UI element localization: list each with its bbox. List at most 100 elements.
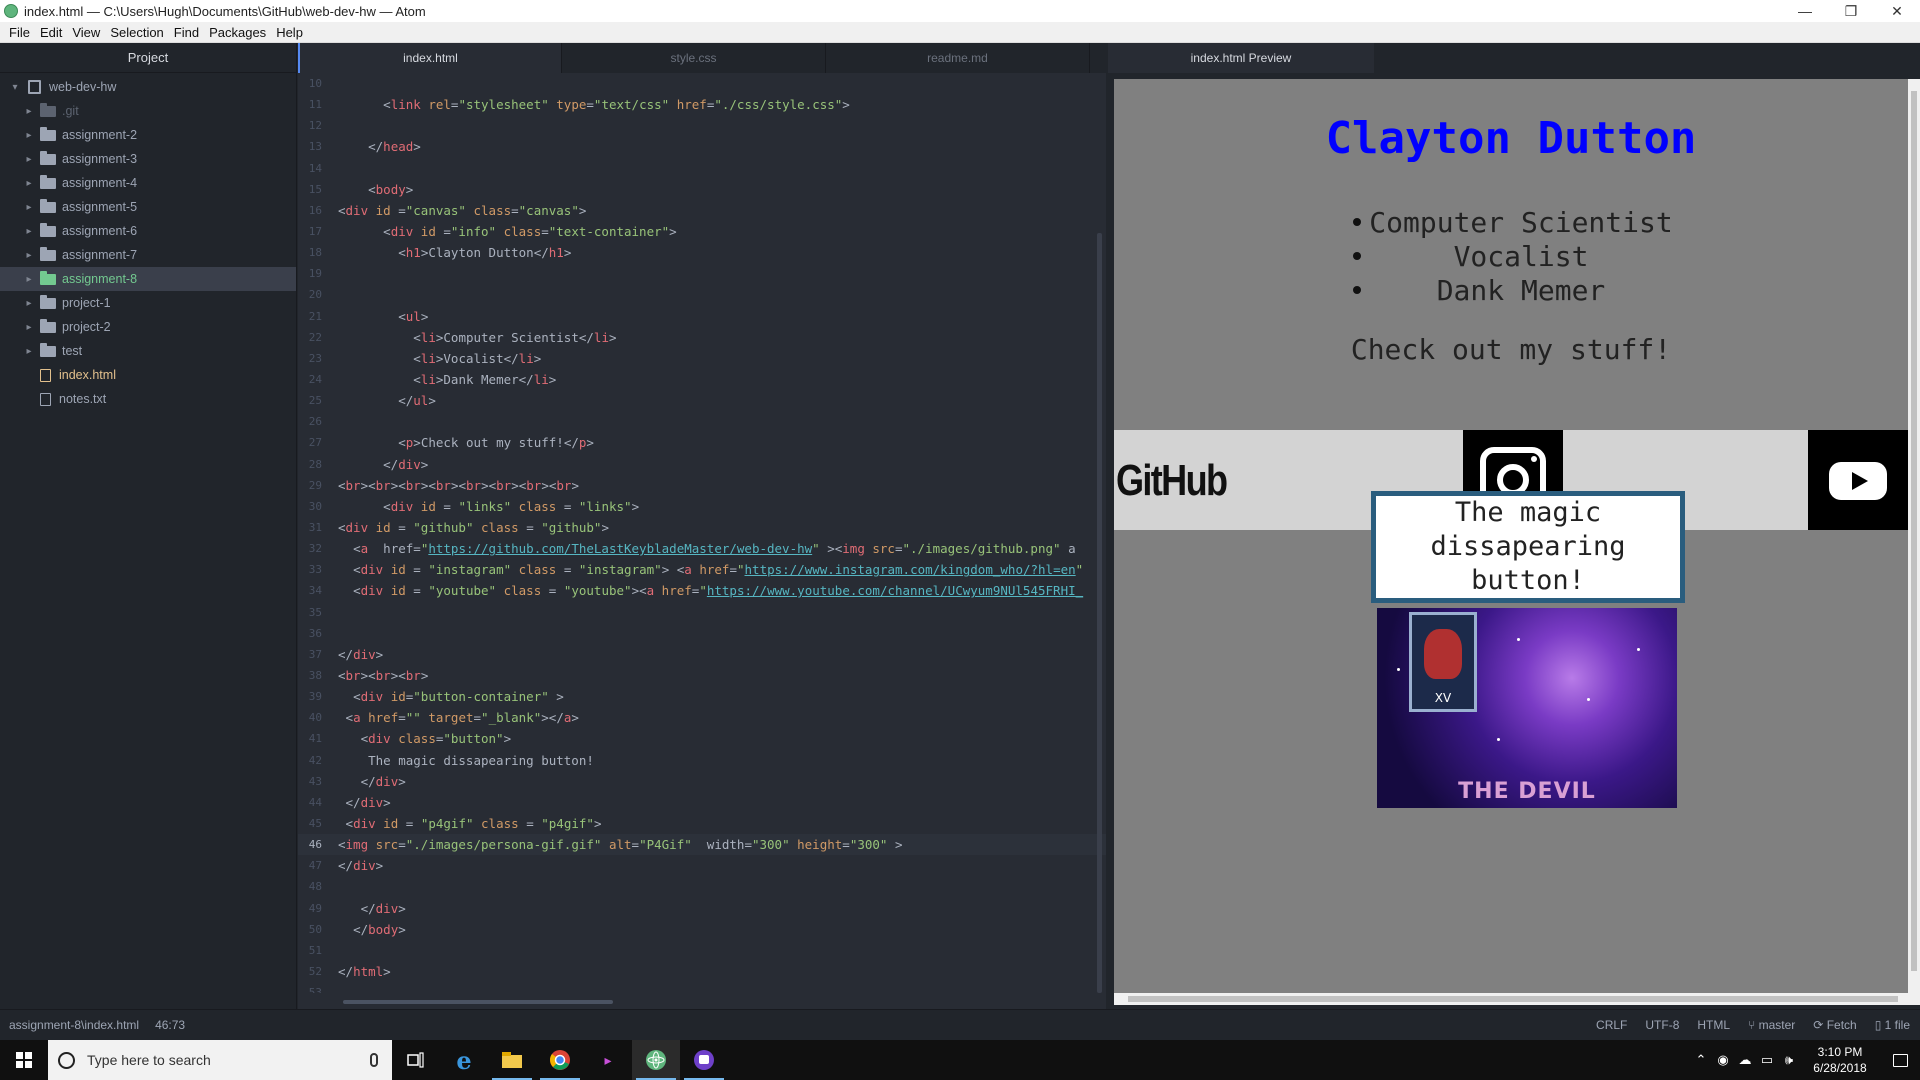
magic-button[interactable]: The magic dissapearing button! xyxy=(1371,491,1685,603)
code-line[interactable]: 40 <a href="" target="_blank"></a> xyxy=(298,707,1106,728)
github-logo-link[interactable]: GitHub xyxy=(1116,456,1228,506)
code-line[interactable]: 44 </div> xyxy=(298,792,1106,813)
code-line[interactable]: 23 <li>Vocalist</li> xyxy=(298,348,1106,369)
code-line[interactable]: 20 xyxy=(298,284,1106,305)
tree-item[interactable]: ▸ assignment-7 xyxy=(0,243,296,267)
code-line[interactable]: 19 xyxy=(298,263,1106,284)
code-line[interactable]: 26 xyxy=(298,411,1106,432)
minimize-button[interactable]: — xyxy=(1782,0,1828,22)
code-line[interactable]: 29 <br><br><br><br><br><br><br><br> xyxy=(298,475,1106,496)
status-encoding[interactable]: UTF-8 xyxy=(1645,1018,1679,1032)
tree-item[interactable]: ▸ project-1 xyxy=(0,291,296,315)
microphone-icon[interactable] xyxy=(370,1053,378,1067)
code-area[interactable]: 10 11 <link rel="stylesheet" type="text/c… xyxy=(298,73,1106,993)
code-line[interactable]: 15 <body> xyxy=(298,179,1106,200)
code-line[interactable]: 32 <a href="https://github.com/TheLastKe… xyxy=(298,538,1106,559)
code-line[interactable]: 47 </div> xyxy=(298,855,1106,876)
scroll-thumb[interactable] xyxy=(1911,91,1917,971)
editor-horizontal-scrollbar[interactable] xyxy=(343,1000,613,1004)
code-line[interactable]: 53 xyxy=(298,982,1106,993)
action-center-button[interactable] xyxy=(1880,1053,1920,1067)
code-line[interactable]: 36 xyxy=(298,623,1106,644)
file-explorer-button[interactable] xyxy=(488,1040,536,1080)
steam-icon[interactable]: ◉ xyxy=(1712,1052,1734,1068)
youtube-link[interactable] xyxy=(1808,430,1908,530)
status-grammar[interactable]: HTML xyxy=(1697,1018,1730,1032)
tab-readme-md[interactable]: readme.md xyxy=(826,43,1090,73)
code-line[interactable]: 12 xyxy=(298,115,1106,136)
menu-find[interactable]: Find xyxy=(169,25,204,40)
tab-preview[interactable]: index.html Preview xyxy=(1108,43,1374,73)
code-line[interactable]: 25 </ul> xyxy=(298,390,1106,411)
tree-header[interactable]: Project xyxy=(0,43,296,73)
code-line[interactable]: 28 </div> xyxy=(298,454,1106,475)
code-line[interactable]: 43 </div> xyxy=(298,771,1106,792)
tree-item[interactable]: ▸ project-2 xyxy=(0,315,296,339)
code-line[interactable]: 51 xyxy=(298,940,1106,961)
code-line[interactable]: 38 <br><br><br> xyxy=(298,665,1106,686)
start-button[interactable] xyxy=(0,1040,48,1080)
chevron-up-icon[interactable]: ⌃ xyxy=(1690,1052,1712,1068)
tree-root[interactable]: ▾ web-dev-hw xyxy=(0,75,296,99)
edge-button[interactable]: e xyxy=(440,1040,488,1080)
tree-item[interactable]: ▸ assignment-5 xyxy=(0,195,296,219)
status-line-ending[interactable]: CRLF xyxy=(1596,1018,1627,1032)
code-line[interactable]: 13 </head> xyxy=(298,136,1106,157)
code-line[interactable]: 10 xyxy=(298,73,1106,94)
code-line[interactable]: 42 The magic dissapearing button! xyxy=(298,750,1106,771)
menu-packages[interactable]: Packages xyxy=(204,25,271,40)
network-icon[interactable]: ▭ xyxy=(1756,1052,1778,1068)
app-button[interactable]: ▸ xyxy=(584,1040,632,1080)
status-fetch[interactable]: ⟳ Fetch xyxy=(1813,1018,1856,1032)
github-desktop-button[interactable] xyxy=(680,1040,728,1080)
code-line[interactable]: 31 <div id = "github" class = "github"> xyxy=(298,517,1106,538)
chrome-button[interactable] xyxy=(536,1040,584,1080)
code-line[interactable]: 34 <div id = "youtube" class = "youtube"… xyxy=(298,580,1106,601)
code-line[interactable]: 49 </div> xyxy=(298,897,1106,918)
tab-index-html[interactable]: index.html xyxy=(298,43,562,73)
code-line[interactable]: 14 xyxy=(298,158,1106,179)
code-line[interactable]: 50 </body> xyxy=(298,919,1106,940)
code-line[interactable]: 35 xyxy=(298,602,1106,623)
code-line[interactable]: 37 </div> xyxy=(298,644,1106,665)
code-line[interactable]: 16 <div id ="canvas" class="canvas"> xyxy=(298,200,1106,221)
code-line[interactable]: 22 <li>Computer Scientist</li> xyxy=(298,327,1106,348)
menu-file[interactable]: File xyxy=(4,25,35,40)
tree-item[interactable]: ▸ .git xyxy=(0,99,296,123)
code-line[interactable]: 41 <div class="button"> xyxy=(298,728,1106,749)
status-cursor-position[interactable]: 46:73 xyxy=(155,1018,185,1032)
status-branch[interactable]: ⑂ master xyxy=(1748,1018,1795,1032)
editor-vertical-scrollbar[interactable] xyxy=(1097,233,1102,993)
tree-item[interactable]: index.html xyxy=(0,363,296,387)
tree-item[interactable]: ▸ test xyxy=(0,339,296,363)
volume-icon[interactable]: 🕪 xyxy=(1778,1052,1800,1068)
code-line[interactable]: 17 <div id ="info" class="text-container… xyxy=(298,221,1106,242)
scroll-thumb[interactable] xyxy=(1128,996,1898,1002)
tab-style-css[interactable]: style.css xyxy=(562,43,826,73)
code-line[interactable]: 18 <h1>Clayton Dutton</h1> xyxy=(298,242,1106,263)
task-view-button[interactable] xyxy=(392,1040,440,1080)
code-line[interactable]: 30 <div id = "links" class = "links"> xyxy=(298,496,1106,517)
menu-selection[interactable]: Selection xyxy=(105,25,168,40)
code-line[interactable]: 48 xyxy=(298,876,1106,897)
code-line[interactable]: 21 <ul> xyxy=(298,306,1106,327)
tree-item[interactable]: ▸ assignment-8 xyxy=(0,267,296,291)
menu-edit[interactable]: Edit xyxy=(35,25,67,40)
restore-button[interactable]: ❐ xyxy=(1828,0,1874,22)
code-line[interactable]: 46 <img src="./images/persona-gif.gif" al… xyxy=(298,834,1106,856)
tree-item[interactable]: ▸ assignment-3 xyxy=(0,147,296,171)
code-line[interactable]: 33 <div id = "instagram" class = "instag… xyxy=(298,559,1106,580)
taskbar-search[interactable]: Type here to search xyxy=(48,1040,392,1080)
status-files[interactable]: ▯ 1 file xyxy=(1875,1018,1910,1032)
tree-item[interactable]: notes.txt xyxy=(0,387,296,411)
tree-item[interactable]: ▸ assignment-4 xyxy=(0,171,296,195)
atom-button[interactable] xyxy=(632,1040,680,1080)
tree-item[interactable]: ▸ assignment-6 xyxy=(0,219,296,243)
preview-horizontal-scrollbar[interactable] xyxy=(1114,993,1920,1005)
menu-help[interactable]: Help xyxy=(271,25,308,40)
menu-view[interactable]: View xyxy=(67,25,105,40)
code-line[interactable]: 24 <li>Dank Memer</li> xyxy=(298,369,1106,390)
status-file-path[interactable]: assignment-8\index.html xyxy=(9,1018,139,1032)
code-line[interactable]: 52 </html> xyxy=(298,961,1106,982)
preview-vertical-scrollbar[interactable] xyxy=(1908,79,1920,993)
